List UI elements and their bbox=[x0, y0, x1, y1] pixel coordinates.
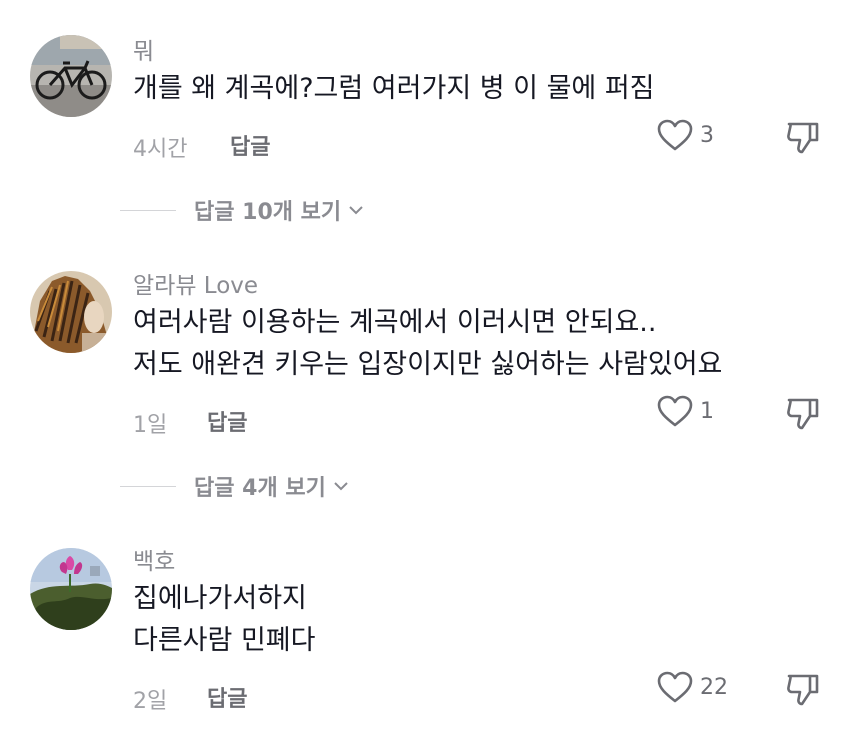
like-button[interactable]: 22 bbox=[656, 670, 728, 704]
view-replies-label: 답글 4개 보기 bbox=[194, 476, 326, 501]
comment-time: 2일 bbox=[133, 689, 168, 714]
view-replies-button[interactable]: 답글 4개 보기 bbox=[120, 470, 348, 502]
avatar[interactable] bbox=[30, 548, 112, 630]
heart-icon bbox=[657, 395, 693, 427]
chevron-down-icon bbox=[334, 482, 348, 491]
thumbs-down-icon[interactable] bbox=[784, 670, 822, 708]
reply-button[interactable]: 답글 bbox=[230, 129, 270, 161]
avatar[interactable] bbox=[30, 35, 112, 117]
comment-time: 1일 bbox=[133, 413, 168, 438]
feather-headdress-photo-icon bbox=[30, 271, 112, 353]
chevron-down-icon bbox=[349, 206, 363, 215]
like-count: 1 bbox=[700, 398, 714, 424]
like-count: 3 bbox=[700, 122, 714, 148]
comment-text-line: 저도 애완견 키우는 입장이지만 싫어하는 사람있어요 bbox=[133, 349, 723, 380]
lotus-flower-photo-icon bbox=[30, 548, 112, 630]
comment-text-line: 개를 왜 계곡에?그럼 여러가지 병 이 물에 퍼짐 bbox=[133, 73, 655, 104]
comment-time: 4시간 bbox=[133, 137, 188, 162]
avatar[interactable] bbox=[30, 271, 112, 353]
view-replies-label: 답글 10개 보기 bbox=[194, 200, 342, 225]
divider bbox=[120, 209, 176, 211]
heart-icon bbox=[657, 671, 693, 703]
divider bbox=[120, 485, 176, 487]
reply-button[interactable]: 답글 bbox=[207, 681, 247, 713]
reply-button[interactable]: 답글 bbox=[207, 405, 247, 437]
comment-text-line: 여러사람 이용하는 계곡에서 이러시면 안되요.. bbox=[133, 307, 657, 338]
like-button[interactable]: 3 bbox=[656, 118, 714, 152]
view-replies-button[interactable]: 답글 10개 보기 bbox=[120, 194, 363, 226]
thumbs-down-icon[interactable] bbox=[784, 118, 822, 156]
bicycle-photo-icon bbox=[30, 35, 112, 117]
heart-icon bbox=[657, 119, 693, 151]
comment-text-line: 다른사람 민폐다 bbox=[133, 625, 316, 656]
like-count: 22 bbox=[700, 674, 728, 700]
comment-username[interactable]: 알라뷰 Love bbox=[133, 266, 258, 300]
like-button[interactable]: 1 bbox=[656, 394, 714, 428]
comment-text-line: 집에나가서하지 bbox=[133, 583, 307, 614]
thumbs-down-icon[interactable] bbox=[784, 394, 822, 432]
comment-username[interactable]: 백호 bbox=[133, 542, 175, 576]
comment-username[interactable]: 뭐 bbox=[133, 32, 154, 66]
